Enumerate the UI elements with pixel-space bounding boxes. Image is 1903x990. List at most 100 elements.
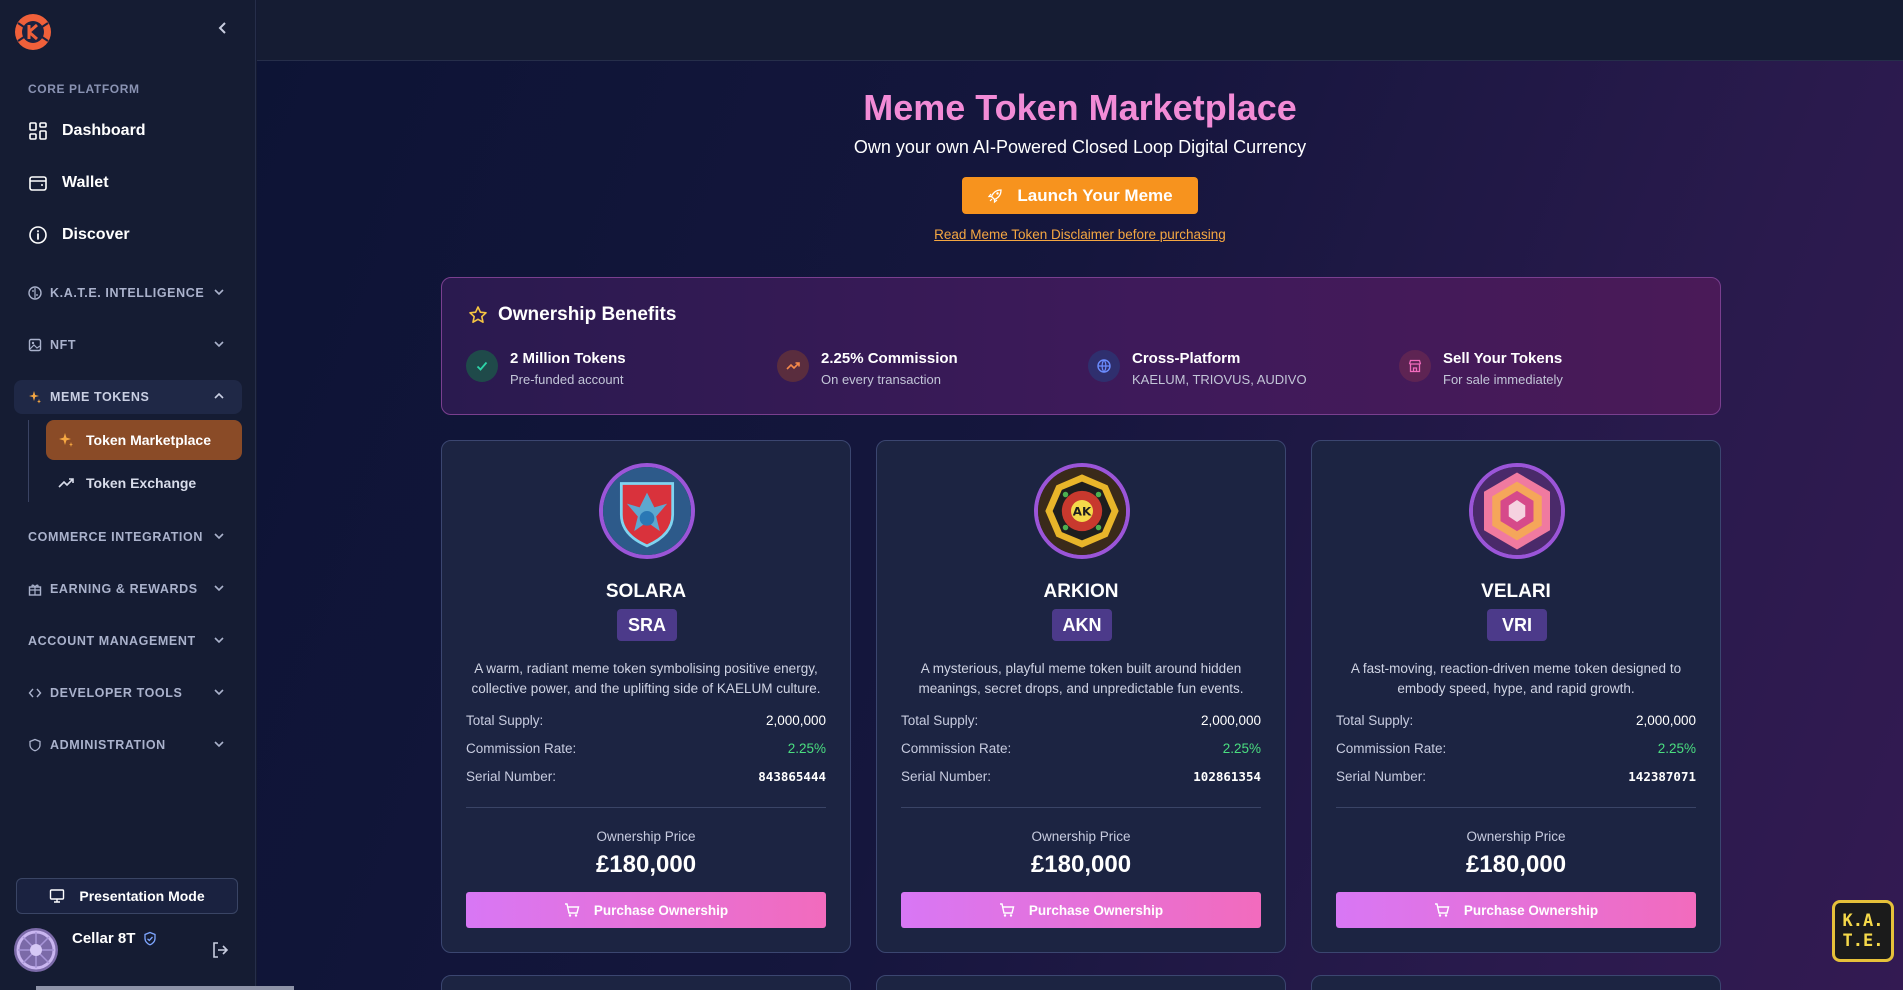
cart-icon [1434,903,1450,917]
purchase-ownership-button[interactable]: Purchase Ownership [466,892,826,928]
serial-number-row: Serial Number: 142387071 [1336,769,1696,789]
sidebar-header [0,0,255,62]
token-card-partial [441,975,851,990]
commission-rate-label: Commission Rate: [1336,741,1447,756]
sidebar-item-dashboard[interactable]: Dashboard [14,111,242,151]
sidebar-item-wallet[interactable]: Wallet [14,163,242,203]
benefit-subtitle: For sale immediately [1443,372,1563,387]
sidebar-group-kate-intelligence[interactable]: K.A.T.E. INTELLIGENCE [14,276,242,310]
token-card-arkion: AK ARKION AKN A mysterious, playful meme… [876,440,1286,953]
total-supply-value: 2,000,000 [1200,713,1261,728]
serial-number-row: Serial Number: 843865444 [466,769,826,789]
divider [1336,807,1696,808]
divider [901,807,1261,808]
sidebar-group-label: EARNING & REWARDS [50,582,198,596]
sidebar-group-label: ADMINISTRATION [50,738,166,752]
purchase-ownership-label: Purchase Ownership [1463,902,1599,918]
sidebar-group-label: MEME TOKENS [50,390,150,404]
serial-number-label: Serial Number: [901,769,992,784]
trending-up-icon [777,350,809,382]
brain-icon [28,286,42,300]
serial-number-row: Serial Number: 102861354 [901,769,1261,789]
avatar[interactable] [14,928,58,972]
collapse-sidebar-icon[interactable] [212,18,234,40]
purchase-ownership-button[interactable]: Purchase Ownership [901,892,1261,928]
sidebar-group-account-management[interactable]: ACCOUNT MANAGEMENT [14,624,242,658]
sidebar-item-label: Discover [62,226,130,243]
sidebar-group-commerce-integration[interactable]: COMMERCE INTEGRATION [14,520,242,554]
sidebar-group-earning-rewards[interactable]: EARNING & REWARDS [14,572,242,606]
sidebar-group-developer-tools[interactable]: DEVELOPER TOOLS [14,676,242,710]
token-description: A fast-moving, reaction-driven meme toke… [1350,661,1682,696]
token-card-solara: SOLARA SRA A warm, radiant meme token sy… [441,440,851,953]
token-ticker-badge: AKN [1052,609,1112,641]
sidebar-item-label: Wallet [62,174,109,191]
token-card-velari: VELARI VRI A fast-moving, reaction-drive… [1311,440,1721,953]
kate-assistant-button[interactable]: K.A. T.E. [1832,900,1894,962]
token-description: A mysterious, playful meme token built a… [918,661,1244,696]
gift-icon [28,584,42,596]
serial-number-value: 142387071 [1628,769,1696,784]
benefit-title: 2 Million Tokens [510,350,626,367]
user-profile[interactable]: Cellar 8T [14,928,244,974]
sidebar-group-meme-tokens[interactable]: MEME TOKENS [14,380,242,414]
kaelum-logo[interactable] [14,13,52,51]
sidebar-subitem-label: Token Marketplace [86,432,212,448]
benefit-subtitle: KAELUM, TRIOVUS, AUDIVO [1132,372,1307,387]
purchase-ownership-button[interactable]: Purchase Ownership [1336,892,1696,928]
serial-number-label: Serial Number: [1336,769,1427,784]
chevron-down-icon [214,689,224,696]
launch-your-meme-button[interactable]: Launch Your Meme [962,177,1198,214]
kate-badge-line2: T.E. [1842,931,1884,951]
purchase-ownership-label: Purchase Ownership [593,902,729,918]
sidebar-subitem-token-marketplace[interactable]: Token Marketplace [46,420,242,460]
token-ticker-badge: SRA [617,609,677,641]
total-supply-label: Total Supply: [901,713,979,728]
dashboard-icon [29,122,47,140]
sidebar-group-nft[interactable]: NFT [14,328,242,362]
token-ticker-badge: VRI [1487,609,1547,641]
chevron-up-icon [214,392,224,399]
sidebar: CORE PLATFORM Dashboard Wallet Discover … [0,0,256,990]
benefit-item: Cross-Platform KAELUM, TRIOVUS, AUDIVO [1088,348,1388,392]
token-description: A warm, radiant meme token symbolising p… [471,661,821,696]
disclaimer-link[interactable]: Read Meme Token Disclaimer before purcha… [257,227,1903,242]
ownership-price-label: Ownership Price [596,829,696,844]
sidebar-subitem-token-exchange[interactable]: Token Exchange [46,463,242,503]
sidebar-item-discover[interactable]: Discover [14,215,242,255]
commission-rate-row: Commission Rate: 2.25% [466,741,826,761]
logout-icon[interactable] [210,940,230,960]
monitor-icon [50,889,65,903]
token-name: ARKION [1043,581,1119,602]
ownership-benefits-panel: Ownership Benefits 2 Million Tokens Pre-… [441,277,1721,415]
commission-rate-row: Commission Rate: 2.25% [901,741,1261,761]
verified-badge-icon [144,931,156,946]
rocket-icon [988,188,1003,203]
token-name: SOLARA [605,581,687,602]
token-card-partial [876,975,1286,990]
ownership-price-value: £180,000 [1030,851,1132,878]
total-supply-value: 2,000,000 [765,713,826,728]
total-supply-row: Total Supply: 2,000,000 [901,713,1261,733]
sidebar-item-label: Dashboard [62,122,146,139]
benefit-title: 2.25% Commission [821,350,958,367]
total-supply-row: Total Supply: 2,000,000 [466,713,826,733]
chevron-down-icon [214,341,224,348]
image-icon [28,338,42,352]
token-card-partial [1311,975,1721,990]
presentation-mode-button[interactable]: Presentation Mode [16,878,238,914]
benefit-title: Cross-Platform [1132,350,1241,367]
chevron-down-icon [214,289,224,296]
main-content: Meme Token Marketplace Own your own AI-P… [257,61,1903,990]
benefit-item: 2.25% Commission On every transaction [777,348,1077,392]
sidebar-group-administration[interactable]: ADMINISTRATION [14,728,242,762]
sidebar-subitem-label: Token Exchange [86,475,197,491]
ownership-benefits-title: Ownership Benefits [498,304,677,325]
horizontal-scrollbar[interactable] [36,986,294,990]
total-supply-label: Total Supply: [1336,713,1414,728]
commission-rate-value: 2.25% [787,741,826,756]
section-label-core-platform: CORE PLATFORM [28,82,140,96]
wallet-icon [29,176,47,191]
benefit-item: Sell Your Tokens For sale immediately [1399,348,1699,392]
sidebar-group-label: NFT [50,338,77,352]
